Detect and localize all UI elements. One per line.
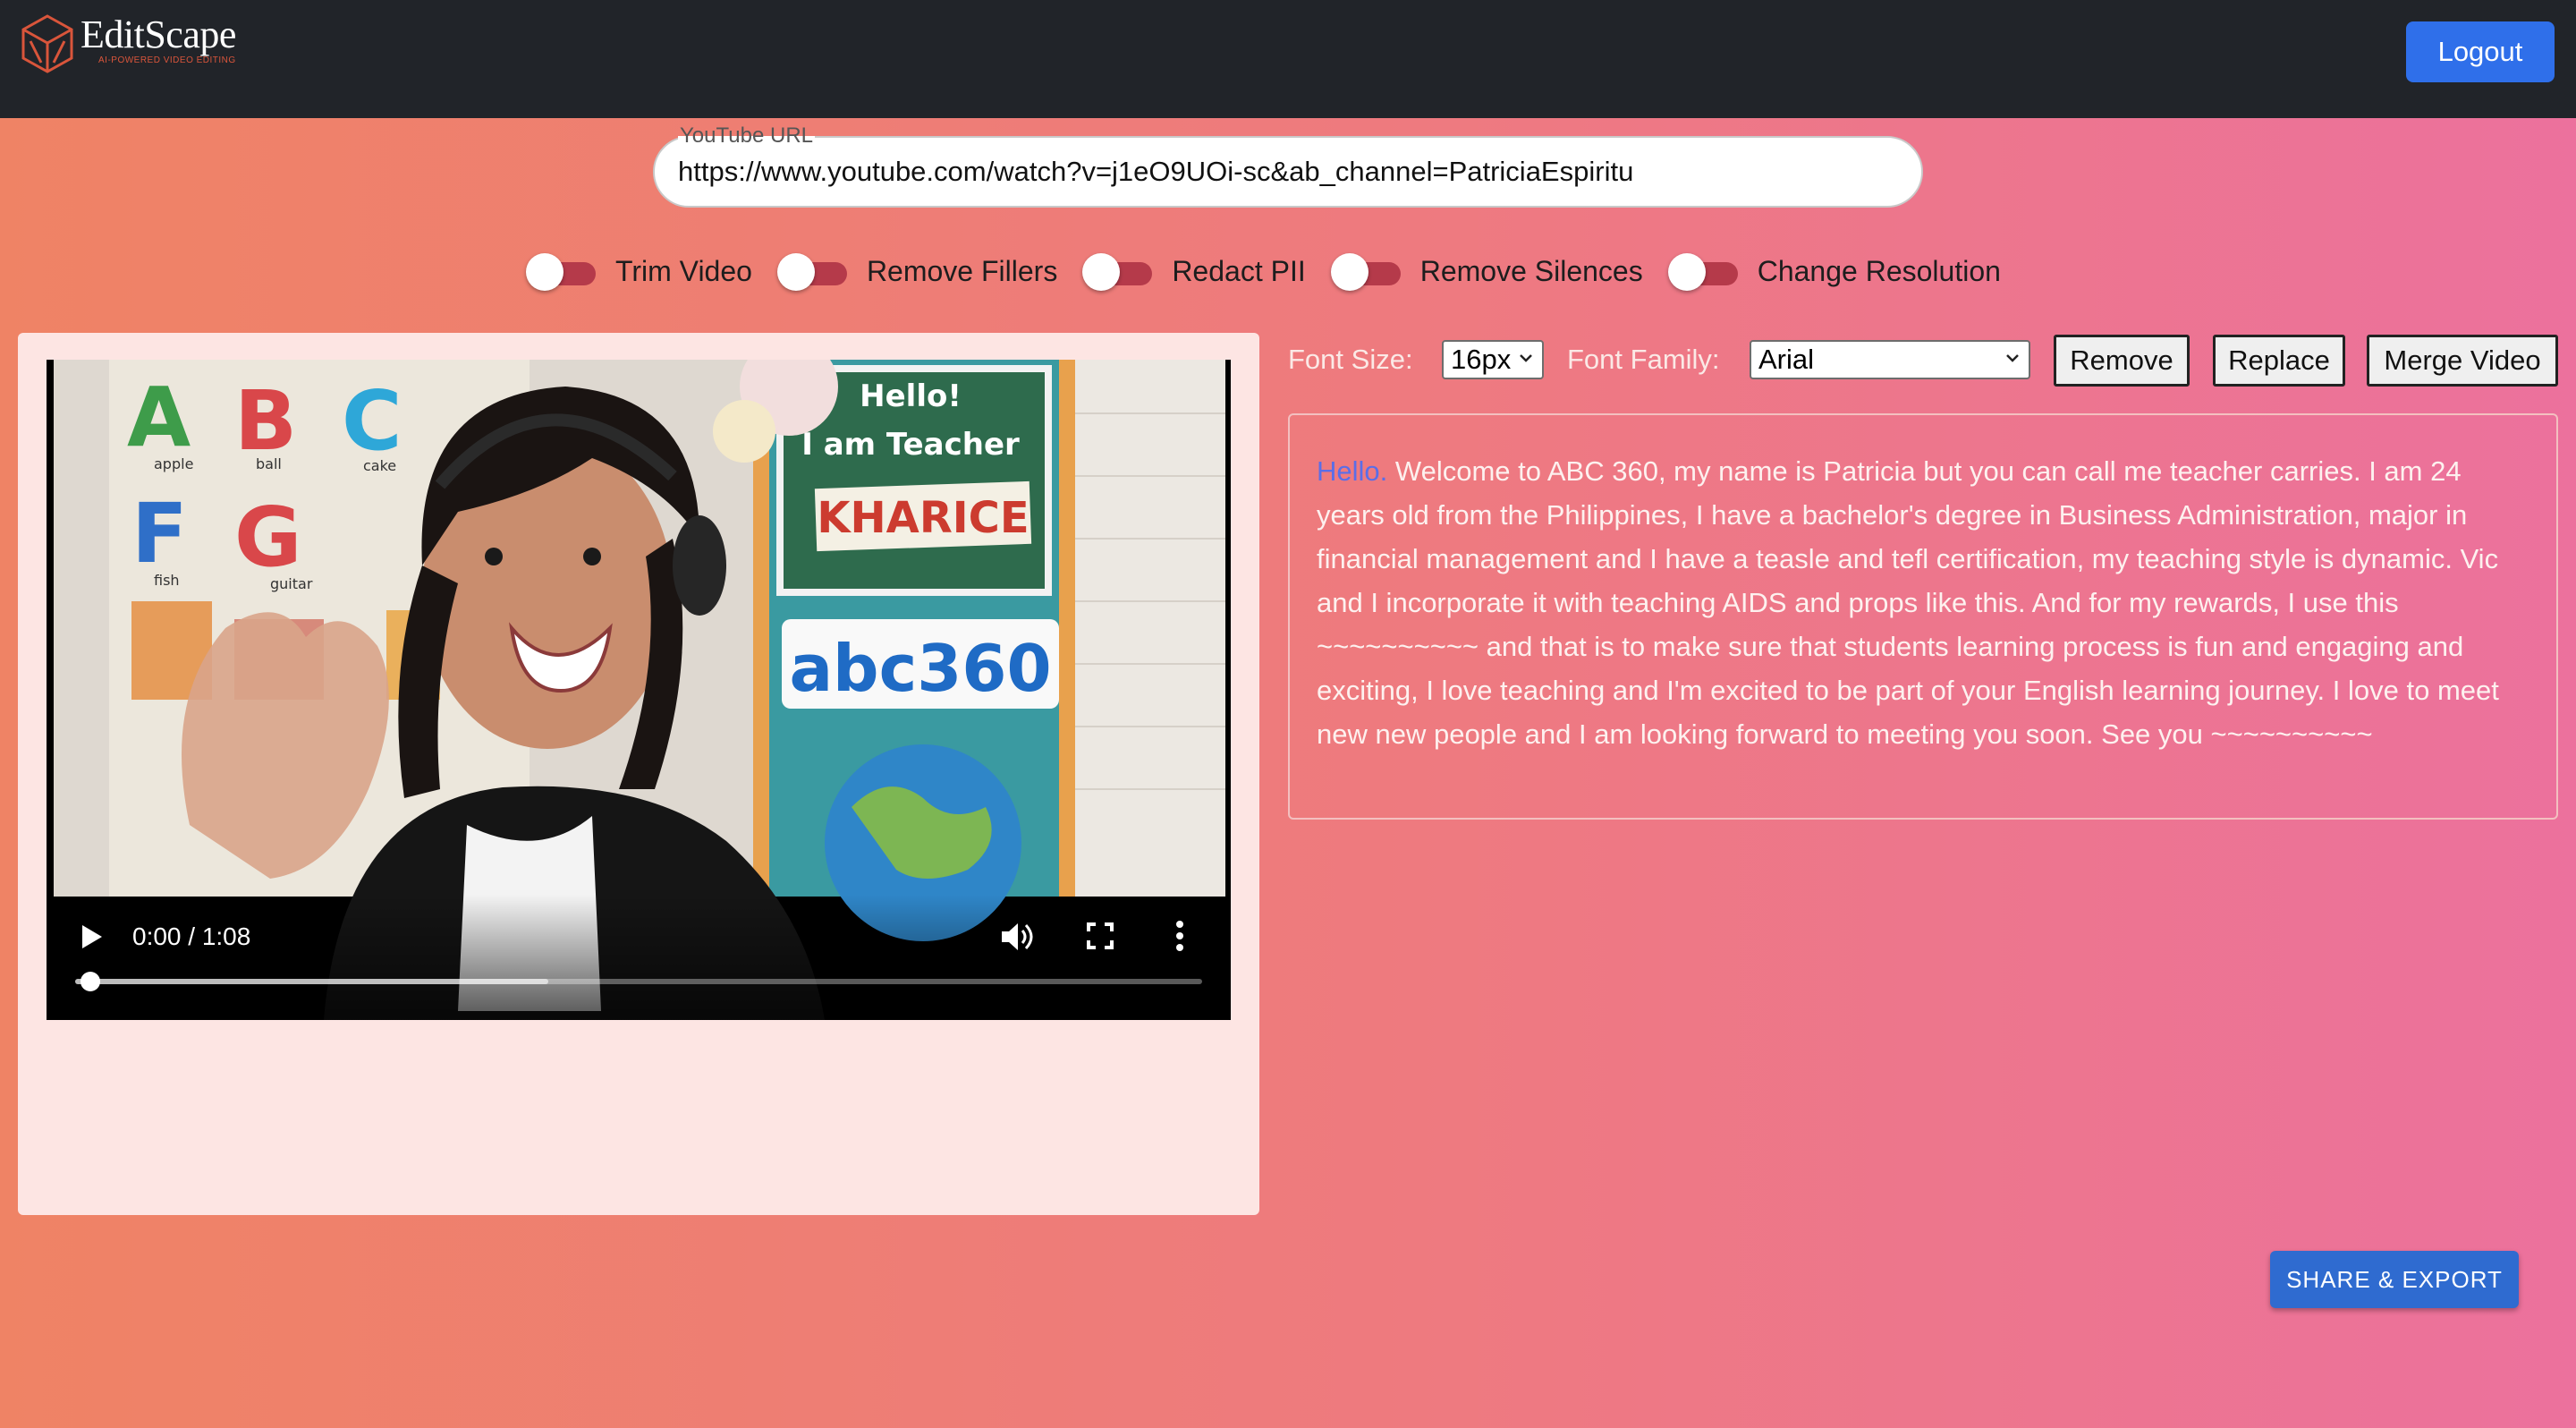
letter-c: C: [342, 373, 402, 469]
chevron-down-icon: [1520, 354, 1532, 362]
toggle-change-resolution[interactable]: Change Resolution: [1667, 250, 2001, 293]
logout-button[interactable]: Logout: [2406, 21, 2555, 82]
remove-silences-switch[interactable]: [1330, 250, 1402, 293]
font-family-select[interactable]: Arial: [1750, 340, 2030, 379]
redact-pii-switch[interactable]: [1082, 250, 1154, 293]
toggle-redact-pii[interactable]: Redact PII: [1082, 250, 1306, 293]
remove-fillers-switch[interactable]: [776, 250, 849, 293]
word-cake: cake: [363, 457, 396, 474]
board-line2: I am Teacher: [801, 427, 1020, 463]
word-apple: apple: [154, 455, 193, 472]
top-navbar: EditScape AI-POWERED VIDEO EDITING Logou…: [0, 0, 2576, 118]
toggle-remove-silences[interactable]: Remove Silences: [1330, 250, 1643, 293]
transcript-text[interactable]: Welcome to ABC 360, my name is Patricia …: [1317, 455, 2499, 750]
letter-b: B: [234, 373, 297, 469]
toggle-remove-fillers[interactable]: Remove Fillers: [776, 250, 1058, 293]
share-export-button[interactable]: SHARE & EXPORT: [2270, 1251, 2519, 1308]
replace-button[interactable]: Replace: [2213, 335, 2345, 387]
brand-sign: abc360: [789, 631, 1051, 706]
letter-g: G: [234, 489, 302, 585]
toggle-label: Redact PII: [1172, 254, 1306, 287]
video-progress-bar[interactable]: [75, 979, 1202, 984]
chevron-down-icon: [2006, 354, 2019, 362]
toggle-label: Trim Video: [615, 254, 752, 287]
video-time: 0:00 / 1:08: [132, 922, 251, 950]
word-guitar: guitar: [270, 575, 313, 592]
toggle-label: Remove Fillers: [866, 254, 1058, 287]
video-controls-overlay: [47, 895, 1231, 1020]
fullscreen-icon[interactable]: [1086, 922, 1114, 950]
board-name: KHARICE: [817, 493, 1029, 543]
video-scrubber-handle[interactable]: [80, 972, 100, 991]
transcript-editor[interactable]: Hello. Welcome to ABC 360, my name is Pa…: [1288, 413, 2558, 820]
font-size-select[interactable]: 16px: [1442, 340, 1544, 379]
transcript-highlighted-word[interactable]: Hello.: [1317, 455, 1387, 487]
trim-video-switch[interactable]: [526, 250, 597, 293]
remove-button[interactable]: Remove: [2054, 335, 2190, 387]
app-name: EditScape: [80, 13, 236, 56]
logo-icon: [21, 14, 73, 73]
video-player[interactable]: Hello! I am Teacher KHARICE abc360 A B C…: [47, 360, 1231, 1020]
font-family-value: Arial: [1758, 344, 1815, 375]
letter-f: F: [131, 486, 188, 582]
options-toggles: Trim Video Remove Fillers Redact PII Rem…: [526, 249, 2026, 293]
change-resolution-switch[interactable]: [1667, 250, 1740, 293]
youtube-url-input[interactable]: https://www.youtube.com/watch?v=j1eO9UOi…: [653, 136, 1923, 208]
toggle-label: Change Resolution: [1757, 254, 2001, 287]
video-buffer-bar: [75, 979, 549, 984]
volume-icon[interactable]: [1000, 920, 1036, 954]
app-logo[interactable]: EditScape AI-POWERED VIDEO EDITING: [20, 13, 236, 75]
font-size-value: 16px: [1451, 344, 1512, 375]
toggle-trim-video[interactable]: Trim Video: [526, 250, 752, 293]
play-icon[interactable]: [80, 923, 104, 950]
font-size-label: Font Size:: [1288, 344, 1413, 375]
word-ball: ball: [256, 455, 282, 472]
letter-a: A: [127, 370, 191, 465]
toggle-label: Remove Silences: [1419, 254, 1643, 287]
app-tagline: AI-POWERED VIDEO EDITING: [98, 55, 236, 65]
more-options-icon[interactable]: [1175, 920, 1184, 952]
merge-video-button[interactable]: Merge Video: [2367, 335, 2558, 387]
font-family-label: Font Family:: [1567, 344, 1720, 375]
board-line1: Hello!: [860, 378, 962, 414]
word-fish: fish: [154, 572, 180, 589]
youtube-url-label: YouTube URL: [678, 123, 815, 149]
